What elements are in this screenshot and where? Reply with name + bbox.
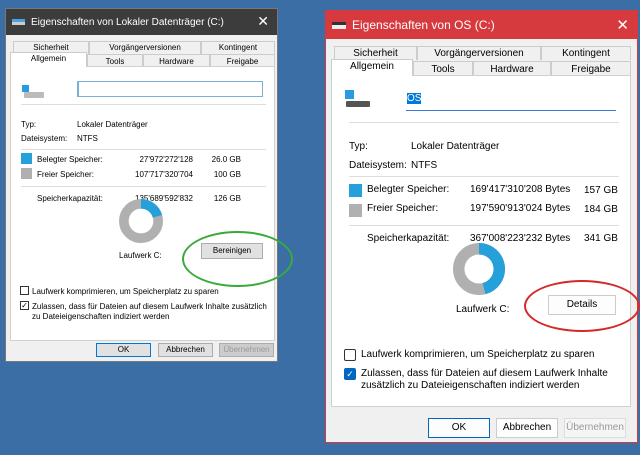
free-color-swatch — [21, 168, 32, 179]
tab-vorgaengerversionen[interactable]: Vorgängerversionen — [89, 41, 201, 54]
close-icon[interactable]: ✕ — [616, 16, 629, 34]
index-label-line2: zu Dateieigenschaften indiziert werden — [32, 312, 170, 321]
compress-checkbox[interactable] — [344, 349, 356, 361]
free-bytes: 197'590'913'024 Bytes — [470, 203, 571, 214]
free-label: Freier Speicher: — [37, 170, 94, 179]
used-label: Belegter Speicher: — [37, 155, 103, 164]
filesystem-label: Dateisystem: — [21, 134, 68, 143]
compress-label: Laufwerk komprimieren, um Speicherplatz … — [32, 287, 219, 296]
used-color-swatch — [349, 184, 362, 197]
right-properties-dialog: Eigenschaften von OS (C:) ✕ Sicherheit V… — [325, 10, 640, 443]
green-highlight-ellipse — [182, 231, 293, 287]
tab-tools[interactable]: Tools — [413, 61, 473, 76]
drive-label: Laufwerk C: — [119, 251, 162, 260]
drive-icon — [12, 19, 25, 25]
used-size: 157 GB — [584, 185, 618, 196]
cancel-button[interactable]: Abbrechen — [496, 418, 558, 438]
compress-label: Laufwerk komprimieren, um Speicherplatz … — [361, 349, 595, 360]
close-icon[interactable]: ✕ — [257, 13, 269, 30]
red-highlight-ellipse — [524, 280, 640, 332]
drive-name-selected-text: OS — [407, 93, 422, 104]
tab-hardware[interactable]: Hardware — [473, 61, 551, 76]
free-size: 100 GB — [213, 170, 241, 179]
used-size: 26.0 GB — [211, 155, 241, 164]
capacity-size: 341 GB — [584, 233, 618, 244]
used-bytes: 27'972'272'128 — [139, 155, 193, 164]
apply-button[interactable]: Übernehmen — [564, 418, 626, 438]
usage-donut-chart — [453, 243, 505, 295]
drive-name-input[interactable] — [77, 81, 263, 97]
type-label: Typ: — [21, 120, 37, 129]
compress-checkbox[interactable] — [20, 286, 29, 295]
tab-allgemein[interactable]: Allgemein — [331, 59, 413, 76]
drive-icon — [22, 85, 44, 99]
tab-sicherheit[interactable]: Sicherheit — [334, 46, 417, 60]
used-label: Belegter Speicher: — [367, 184, 450, 195]
index-checkbox[interactable]: ✓ — [344, 368, 356, 380]
dialog-title: Eigenschaften von OS (C:) — [352, 18, 495, 32]
free-label: Freier Speicher: — [367, 203, 439, 214]
usage-donut-chart — [119, 199, 163, 243]
tab-kontingent[interactable]: Kontingent — [201, 41, 275, 54]
used-color-swatch — [21, 153, 32, 164]
type-value: Lokaler Datenträger — [411, 141, 500, 152]
left-title-bar: Eigenschaften von Lokaler Datenträger (C… — [6, 9, 277, 35]
index-label-line1: Zulassen, dass für Dateien auf diesem La… — [361, 368, 608, 379]
index-label-line1: Zulassen, dass für Dateien auf diesem La… — [32, 302, 267, 311]
tab-kontingent[interactable]: Kontingent — [541, 46, 631, 60]
left-properties-dialog: Eigenschaften von Lokaler Datenträger (C… — [5, 8, 293, 362]
filesystem-value: NTFS — [411, 160, 438, 171]
cancel-button[interactable]: Abbrechen — [158, 343, 213, 357]
apply-button[interactable]: Übernehmen — [219, 343, 274, 357]
drive-label: Laufwerk C: — [456, 304, 510, 315]
ok-button[interactable]: OK — [96, 343, 151, 357]
used-bytes: 169'417'310'208 Bytes — [470, 184, 571, 195]
right-title-bar: Eigenschaften von OS (C:) ✕ — [326, 11, 637, 39]
used-space-segment — [140, 199, 163, 219]
drive-name-input[interactable]: OS — [406, 89, 616, 111]
dialog-title: Eigenschaften von Lokaler Datenträger (C… — [31, 16, 224, 28]
free-color-swatch — [349, 204, 362, 217]
tab-allgemein[interactable]: Allgemein — [10, 52, 87, 67]
drive-icon — [345, 90, 371, 110]
free-bytes: 107'717'320'704 — [135, 170, 193, 179]
capacity-label: Speicherkapazität: — [37, 194, 103, 203]
ok-button[interactable]: OK — [428, 418, 490, 438]
capacity-size: 126 GB — [213, 194, 241, 203]
used-space-segment — [478, 243, 505, 295]
drive-icon — [332, 21, 346, 29]
filesystem-label: Dateisystem: — [349, 160, 407, 171]
index-checkbox[interactable]: ✓ — [20, 301, 29, 310]
type-label: Typ: — [349, 141, 368, 152]
tab-freigabe[interactable]: Freigabe — [551, 61, 631, 76]
capacity-label: Speicherkapazität: — [367, 233, 450, 244]
index-label-line2: zusätzlich zu Dateieigenschaften indizie… — [361, 380, 580, 391]
filesystem-value: NTFS — [77, 134, 98, 143]
tab-vorgaengerversionen[interactable]: Vorgängerversionen — [417, 46, 541, 60]
type-value: Lokaler Datenträger — [77, 120, 148, 129]
free-size: 184 GB — [584, 204, 618, 215]
